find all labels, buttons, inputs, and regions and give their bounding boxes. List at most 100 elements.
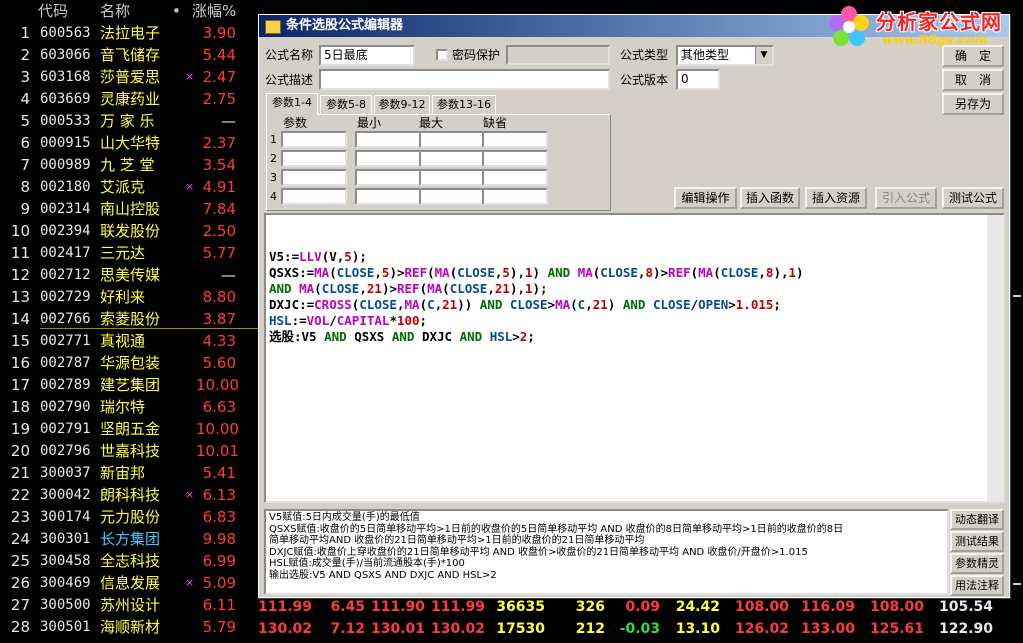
stock-row[interactable]: 22 300042 朗科科技 × 6.13: [0, 484, 262, 506]
formula-type-select[interactable]: 其他类型 ▼: [676, 45, 774, 66]
param-max-input[interactable]: [419, 169, 485, 186]
param-name-input[interactable]: [281, 131, 347, 148]
param-min-input[interactable]: [355, 150, 421, 167]
row-index: 25: [10, 552, 30, 570]
code-token: 1: [525, 281, 533, 296]
tab-params-1-4[interactable]: 参数1-4: [266, 93, 318, 115]
stock-row[interactable]: 8 002180 艾派克 × 4.91: [0, 176, 262, 198]
stock-row[interactable]: 17 002789 建艺集团 10.00: [0, 374, 262, 396]
code-token: )): [457, 297, 480, 312]
code-token: MA: [404, 297, 420, 312]
quote-row[interactable]: 111.99 6.45 111.90 111.99 36635 326 0.09 24.42 1…: [258, 596, 1023, 618]
code-line: HSL:=VOL/CAPITAL*100;: [269, 313, 1000, 329]
stock-row[interactable]: 23 300174 元力股份 6.83: [0, 506, 262, 528]
quote-cell: 130.02: [258, 621, 313, 637]
stock-row[interactable]: 5 000533 万 家 乐 —: [0, 110, 262, 132]
stock-row[interactable]: 20 002796 世嘉科技 10.01: [0, 440, 262, 462]
stock-row[interactable]: 6 000915 山大华特 2.37: [0, 132, 262, 154]
cancel-button[interactable]: 取 消: [942, 69, 1004, 91]
stock-row[interactable]: 27 300500 苏州设计 6.11: [0, 594, 262, 616]
name-label: 公式名称: [265, 48, 314, 62]
param-default-input[interactable]: [482, 188, 548, 205]
change-pct: 3.87: [202, 310, 236, 328]
stock-row[interactable]: 9 002314 南山控股 7.84: [0, 198, 262, 220]
code-token: >: [547, 297, 556, 312]
formula-editor-dialog: 条件选股公式编辑器 公式名称 5日最底 密码保护 公式类型 其他类型 ▼ 公式描…: [258, 14, 1010, 598]
password-checkbox[interactable]: [436, 49, 448, 61]
stock-row[interactable]: 19 002791 坚朗五金 10.00: [0, 418, 262, 440]
stock-code: 603168: [40, 69, 91, 85]
quote-cell: 108.00: [735, 599, 790, 615]
params-panel: 参数 最小 最大 缺省 1 2 3 4: [266, 114, 611, 211]
code-token: )>: [389, 265, 405, 280]
stock-row[interactable]: 21 300037 新宙邦 5.41: [0, 462, 262, 484]
usage-notes-button[interactable]: 用法注释: [950, 575, 1004, 596]
quote-cell: 111.90: [370, 599, 425, 615]
stock-name: 苏州设计: [100, 596, 161, 614]
param-default-input[interactable]: [482, 169, 548, 186]
stock-code: 002180: [40, 179, 91, 195]
stock-row[interactable]: 18 002790 瑞尔特 6.63: [0, 396, 262, 418]
header-pct[interactable]: 涨幅%: [192, 0, 236, 22]
stock-row[interactable]: 24 300301 长方集团 9.98: [0, 528, 262, 550]
stock-row[interactable]: 4 603669 灵康药业 2.75: [0, 88, 262, 110]
param-max-input[interactable]: [419, 150, 485, 167]
param-name-input[interactable]: [281, 150, 347, 167]
formula-version-input[interactable]: 0: [676, 69, 720, 90]
header-code[interactable]: 代码: [38, 0, 68, 22]
param-min-input[interactable]: [355, 131, 421, 148]
quote-row[interactable]: 130.02 7.12 130.01 130.02 17530 212 -0.03 13.10…: [258, 618, 1023, 640]
formula-name-input[interactable]: 5日最底: [319, 45, 415, 66]
code-token: ,: [374, 265, 382, 280]
quote-cell: 0.09: [625, 599, 660, 615]
param-min-input[interactable]: [355, 169, 421, 186]
stock-row[interactable]: 1 600563 法拉电子 3.90: [0, 22, 262, 44]
chevron-down-icon[interactable]: ▼: [755, 47, 772, 64]
insert-resource-button[interactable]: 插入资源: [805, 187, 867, 209]
insert-function-button[interactable]: 插入函数: [740, 187, 800, 209]
edit-operation-button[interactable]: 编辑操作: [674, 187, 737, 209]
tab-params-9-12[interactable]: 参数9-12: [374, 95, 430, 115]
param-default-input[interactable]: [482, 131, 548, 148]
stock-row[interactable]: 13 002729 好利来 8.80: [0, 286, 262, 308]
stock-row[interactable]: 28 300501 海顺新材 5.79: [0, 616, 262, 638]
param-name-input[interactable]: [281, 188, 347, 205]
stock-row[interactable]: 25 300458 全志科技 6.99: [0, 550, 262, 572]
test-result-button[interactable]: 测试结果: [950, 531, 1004, 552]
code-token: MA: [555, 297, 571, 312]
stock-row[interactable]: 7 000989 九 芝 堂 3.54: [0, 154, 262, 176]
stock-name: 新宙邦: [100, 464, 146, 482]
stock-code: 603066: [40, 47, 91, 63]
stock-row[interactable]: 10 002394 联发股份 2.50: [0, 220, 262, 242]
param-default-input[interactable]: [482, 150, 548, 167]
code-token: MA: [314, 265, 330, 280]
stock-row[interactable]: 26 300469 信息发展 × 5.09: [0, 572, 262, 594]
dynamic-translate-button[interactable]: 动态翻译: [950, 509, 1004, 530]
stock-row[interactable]: 3 603168 莎普爱思 × 2.47: [0, 66, 262, 88]
stock-row[interactable]: 2 603066 音飞储存 5.44: [0, 44, 262, 66]
stock-code: 002314: [40, 201, 91, 217]
formula-code-editor[interactable]: V5:=LLV(V,5); QSXS:=MA(CLOSE,5)>REF(MA(CL…: [264, 213, 1005, 503]
row-index: 19: [10, 420, 30, 438]
formula-desc-input[interactable]: [319, 69, 610, 90]
param-min-input[interactable]: [355, 188, 421, 205]
header-name[interactable]: 名称: [100, 0, 130, 22]
stock-row[interactable]: 11 002417 三元达 5.77: [0, 242, 262, 264]
editor-scrollbar[interactable]: [987, 215, 1003, 501]
param-max-input[interactable]: [419, 188, 485, 205]
stock-name: 艾派克: [100, 178, 146, 196]
stock-row[interactable]: 14 002766 索菱股份 3.87: [0, 308, 262, 330]
change-pct: 7.84: [202, 200, 236, 218]
stock-row[interactable]: 16 002787 华源包装 5.60: [0, 352, 262, 374]
param-name-input[interactable]: [281, 169, 347, 186]
stock-row[interactable]: 12 002712 思美传媒 —: [0, 264, 262, 286]
param-wizard-button[interactable]: 参数精灵: [950, 553, 1004, 574]
test-formula-button[interactable]: 测试公式: [942, 187, 1004, 209]
stock-name: 法拉电子: [100, 24, 161, 42]
param-max-input[interactable]: [419, 131, 485, 148]
stock-row[interactable]: 15 002771 真视通 4.33: [0, 330, 262, 352]
code-line: QSXS:=MA(CLOSE,5)>REF(MA(CLOSE,5),1) AND…: [269, 265, 1000, 281]
tab-params-13-16[interactable]: 参数13-16: [432, 95, 496, 115]
save-as-button[interactable]: 另存为: [942, 93, 1004, 115]
tab-params-5-8[interactable]: 参数5-8: [320, 95, 372, 115]
